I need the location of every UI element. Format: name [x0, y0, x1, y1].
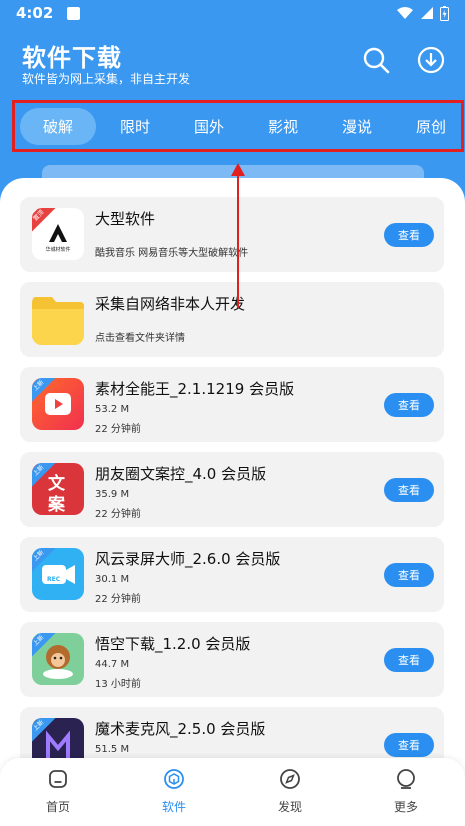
- nav-discover[interactable]: 发现: [260, 768, 320, 820]
- item-title: 朋友圈文案控_4.0 会员版: [95, 465, 267, 483]
- search-icon: [363, 47, 390, 74]
- software-icon: [164, 769, 184, 789]
- nav-home[interactable]: 首页: [28, 768, 88, 820]
- item-time: 22 分钟前: [95, 509, 141, 520]
- status-time: 4:02: [16, 4, 54, 22]
- notification-icon: [67, 6, 81, 20]
- icon-text: 案: [48, 495, 65, 515]
- item-size: 30.1 M: [95, 574, 130, 585]
- view-button[interactable]: 查看: [384, 393, 434, 417]
- app-icon: 上新: [32, 633, 84, 685]
- category-tabs: 破解 限时 国外 影视 漫说 原创: [12, 100, 464, 152]
- item-time: 13 小时前: [95, 679, 141, 690]
- status-bar: 4:02: [0, 0, 465, 26]
- tab-video[interactable]: 影视: [245, 108, 321, 145]
- wifi-icon: [397, 7, 413, 19]
- item-size: 35.9 M: [95, 489, 130, 500]
- item-title: 采集自网络非本人开发: [95, 295, 246, 313]
- list-item[interactable]: 上新 悟空下载_1.2.0 会员版 44.7 M 13 小时前 查看: [20, 622, 444, 697]
- item-size: 44.7 M: [95, 659, 130, 670]
- nav-label: 发现: [277, 800, 302, 814]
- app-header: 软件下载 软件皆为网上采集，非自主开发: [0, 30, 465, 92]
- page-title: 软件下载: [22, 44, 122, 72]
- list-item[interactable]: REC 上新 风云录屏大师_2.6.0 会员版 30.1 M 22 分钟前 查看: [20, 537, 444, 612]
- download-icon: [417, 46, 445, 74]
- item-desc: 点击查看文件夹详情: [95, 333, 185, 344]
- view-button[interactable]: 查看: [384, 733, 434, 757]
- folder-icon: [32, 293, 84, 345]
- tab-original[interactable]: 原创: [393, 108, 465, 145]
- app-icon: REC 上新: [32, 548, 84, 600]
- view-button[interactable]: 查看: [384, 478, 434, 502]
- icon-text: REC: [47, 576, 61, 583]
- view-button[interactable]: 查看: [384, 223, 434, 247]
- app-icon: 文 案 上新: [32, 463, 84, 515]
- battery-icon: [440, 5, 449, 21]
- nav-more[interactable]: 更多: [376, 768, 436, 820]
- page-subtitle: 软件皆为网上采集，非自主开发: [22, 72, 191, 86]
- list-item[interactable]: 文 案 上新 朋友圈文案控_4.0 会员版 35.9 M 22 分钟前 查看: [20, 452, 444, 527]
- list-item[interactable]: 上新 素材全能王_2.1.1219 会员版 53.2 M 22 分钟前 查看: [20, 367, 444, 442]
- item-size: 51.5 M: [95, 744, 130, 755]
- app-icon: 上新: [32, 378, 84, 430]
- item-time: 22 分钟前: [95, 594, 141, 605]
- list-item[interactable]: 华城材软件 置顶 大型软件 酷我音乐 网易音乐等大型破解软件 查看: [20, 197, 444, 272]
- app-icon: 华城材软件 置顶: [32, 208, 84, 260]
- search-button[interactable]: [361, 45, 391, 75]
- item-title: 风云录屏大师_2.6.0 会员版: [95, 550, 281, 568]
- nav-label: 更多: [393, 800, 418, 814]
- nav-label: 软件: [161, 800, 186, 814]
- tab-limited[interactable]: 限时: [97, 108, 173, 145]
- compass-icon: [280, 769, 300, 789]
- home-icon: [49, 770, 67, 788]
- nav-software[interactable]: 软件: [144, 768, 204, 820]
- status-icons: [396, 5, 449, 21]
- item-title: 魔术麦克风_2.5.0 会员版: [95, 720, 266, 738]
- icon-caption: 华城材软件: [45, 247, 71, 253]
- nav-label: 首页: [45, 800, 70, 814]
- item-title: 悟空下载_1.2.0 会员版: [95, 635, 251, 653]
- item-desc: 酷我音乐 网易音乐等大型破解软件: [95, 248, 249, 259]
- item-time: 22 分钟前: [95, 424, 141, 435]
- item-size: 53.2 M: [95, 404, 130, 415]
- download-button[interactable]: [416, 45, 446, 75]
- more-icon: [397, 769, 415, 789]
- tab-foreign[interactable]: 国外: [171, 108, 247, 145]
- tab-crack[interactable]: 破解: [20, 108, 96, 145]
- item-title: 素材全能王_2.1.1219 会员版: [95, 380, 295, 398]
- tab-comic[interactable]: 漫说: [319, 108, 395, 145]
- list-item[interactable]: 采集自网络非本人开发 点击查看文件夹详情: [20, 282, 444, 357]
- signal-icon: [421, 7, 433, 19]
- view-button[interactable]: 查看: [384, 563, 434, 587]
- view-button[interactable]: 查看: [384, 648, 434, 672]
- software-list: 华城材软件 置顶 大型软件 酷我音乐 网易音乐等大型破解软件 查看 采集自网络非…: [0, 178, 465, 826]
- item-title: 大型软件: [95, 210, 156, 228]
- folder-shape: [32, 297, 84, 345]
- bottom-nav: 首页 软件 发现 更多: [0, 758, 465, 826]
